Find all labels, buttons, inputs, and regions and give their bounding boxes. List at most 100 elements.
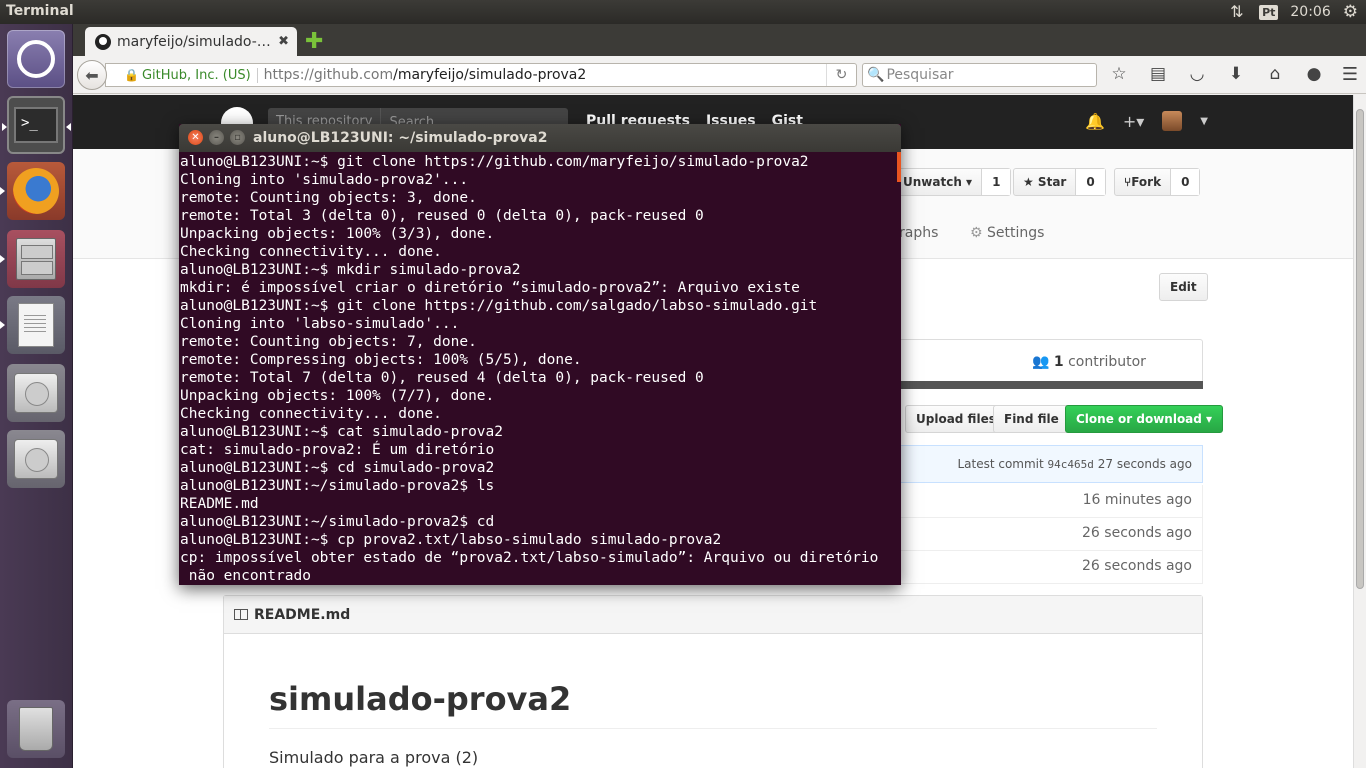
watchers-count[interactable]: 1 — [982, 169, 1011, 195]
gear-icon: ⚙ — [970, 225, 983, 241]
terminal-line: README.md — [180, 496, 259, 512]
contributors-link[interactable]: 👥 1 contributor — [1032, 354, 1146, 370]
file-age: 26 seconds ago — [1082, 525, 1192, 541]
network-icon[interactable] — [1229, 2, 1247, 21]
edit-description-button[interactable]: Edit — [1159, 273, 1208, 301]
running-indicator — [0, 255, 5, 263]
contributors-count: 1 — [1053, 354, 1064, 370]
top-panel: Terminal Pt 20:06 ⚙ — [0, 0, 1366, 24]
fork-label-wrap: ⑂Fork — [1115, 169, 1172, 195]
tab-graphs[interactable]: raphs — [899, 225, 938, 241]
commit-sha[interactable]: 94c465d — [1048, 458, 1094, 471]
reading-list-icon[interactable]: ▤ — [1148, 64, 1168, 84]
tab-settings-label: Settings — [987, 225, 1045, 241]
tab-settings[interactable]: ⚙ Settings — [970, 225, 1044, 241]
latest-commit-info: Latest commit 94c465d 27 seconds ago — [957, 457, 1192, 471]
text-editor-icon — [18, 303, 54, 347]
new-tab-button[interactable]: ✚ — [305, 29, 323, 54]
url-path: /maryfeijo/simulado-prova2 — [393, 67, 587, 83]
terminal-line: Cloning into 'simulado-prova2'... — [180, 172, 469, 188]
notifications-bell-icon[interactable]: 🔔 — [1085, 112, 1105, 131]
launcher-trash[interactable] — [7, 700, 65, 758]
unity-launcher: >_ — [0, 24, 73, 768]
reload-icon[interactable]: ↻ — [826, 64, 856, 86]
terminal-titlebar[interactable]: ✕ – ▫ aluno@LB123UNI: ~/simulado-prova2 — [179, 124, 901, 152]
readme-box: README.md simulado-prova2 Simulado para … — [223, 595, 1203, 768]
create-new-plus-icon[interactable]: +▾ — [1123, 112, 1144, 131]
hello-chat-icon[interactable]: ● — [1304, 64, 1324, 84]
dash-home-button[interactable] — [7, 30, 65, 88]
launcher-drive-2[interactable] — [7, 430, 65, 488]
people-icon: 👥 — [1032, 354, 1050, 370]
browser-navbar: 🔒 GitHub, Inc. (US) https://github.com/m… — [73, 56, 1366, 94]
back-arrow-icon: ⬅ — [85, 65, 99, 85]
terminal-output[interactable]: aluno@LB123UNI:~$ git clone https://gith… — [180, 153, 900, 584]
terminal-line: remote: Counting objects: 3, done. — [180, 190, 477, 206]
ubuntu-logo-icon — [17, 40, 55, 78]
lock-icon: 🔒 — [124, 68, 139, 82]
star-button[interactable]: ★ Star 0 — [1013, 168, 1106, 196]
launcher-terminal[interactable]: >_ — [2, 96, 71, 154]
launcher-text-editor[interactable] — [0, 296, 65, 354]
chevron-down-icon[interactable]: ▼ — [1200, 116, 1208, 127]
page-scrollbar[interactable] — [1353, 95, 1366, 768]
bookmark-star-icon[interactable]: ☆ — [1109, 64, 1129, 84]
terminal-line: aluno@LB123UNI:~$ git clone https://gith… — [180, 154, 809, 170]
close-window-icon[interactable]: ✕ — [188, 130, 203, 145]
clone-download-button[interactable]: Clone or download ▾ — [1065, 405, 1224, 433]
terminal-line: Checking connectivity... done. — [180, 244, 442, 260]
terminal-line: não encontrado — [180, 568, 311, 584]
terminal-line: Checking connectivity... done. — [180, 406, 442, 422]
back-button[interactable]: ⬅ — [77, 60, 107, 90]
file-age: 16 minutes ago — [1082, 492, 1192, 508]
launcher-firefox[interactable] — [0, 162, 65, 220]
running-indicator — [0, 187, 5, 195]
terminal-line: Unpacking objects: 100% (7/7), done. — [180, 388, 495, 404]
terminal-line: aluno@LB123UNI:~$ git clone https://gith… — [180, 298, 818, 314]
focused-indicator — [66, 123, 71, 131]
terminal-line: aluno@LB123UNI:~$ cd simulado-prova2 — [180, 460, 495, 476]
upload-files-button[interactable]: Upload files — [905, 405, 1007, 433]
terminal-scrollbar[interactable] — [897, 152, 901, 182]
readme-text: Simulado para a prova (2) — [269, 748, 479, 767]
github-favicon-icon — [95, 33, 111, 50]
file-age: 26 seconds ago — [1082, 558, 1192, 574]
close-tab-icon[interactable]: ✖ — [278, 34, 289, 49]
hamburger-menu-icon[interactable]: ☰ — [1342, 64, 1358, 85]
unwatch-button[interactable]: Unwatch ▾ 1 — [893, 168, 1012, 196]
url-bar[interactable]: 🔒 GitHub, Inc. (US) https://github.com/m… — [105, 63, 857, 87]
hard-drive-icon — [14, 439, 58, 479]
site-identity[interactable]: GitHub, Inc. (US) — [142, 67, 258, 83]
avatar[interactable] — [1162, 111, 1183, 131]
find-file-button[interactable]: Find file — [993, 405, 1070, 433]
scrollbar-thumb[interactable] — [1356, 109, 1364, 589]
maximize-window-icon[interactable]: ▫ — [230, 130, 245, 145]
search-bar[interactable]: 🔍 Pesquisar — [862, 63, 1097, 87]
system-tray: Pt 20:06 ⚙ — [1229, 0, 1366, 24]
clock[interactable]: 20:06 — [1290, 4, 1330, 20]
terminal-line: aluno@LB123UNI:~$ cat simulado-prova2 — [180, 424, 504, 440]
header-actions: 🔔 +▾ ▼ — [1085, 111, 1208, 131]
minimize-window-icon[interactable]: – — [209, 130, 224, 145]
home-icon[interactable]: ⌂ — [1265, 64, 1285, 84]
keyboard-layout-indicator[interactable]: Pt — [1259, 4, 1279, 20]
downloads-icon[interactable]: ⬇ — [1226, 64, 1246, 84]
pocket-icon[interactable]: ◡ — [1187, 64, 1207, 84]
book-icon — [234, 609, 248, 620]
launcher-files[interactable] — [0, 230, 65, 288]
unwatch-label: Unwatch ▾ — [894, 169, 983, 195]
forks-count[interactable]: 0 — [1171, 169, 1200, 195]
toolbar-icons: ☆ ▤ ◡ ⬇ ⌂ ● — [1109, 64, 1324, 84]
browser-tab[interactable]: maryfeijo/simulado-… ✖ — [85, 27, 297, 56]
url-host: https://github.com — [263, 67, 394, 83]
launcher-drive-1[interactable] — [7, 364, 65, 422]
browser-tab-bar: maryfeijo/simulado-… ✖ ✚ — [73, 24, 1366, 56]
readme-header: README.md — [224, 596, 1202, 634]
terminal-window[interactable]: ✕ – ▫ aluno@LB123UNI: ~/simulado-prova2 … — [179, 124, 901, 585]
system-settings-icon[interactable]: ⚙ — [1343, 2, 1358, 22]
fork-button[interactable]: ⑂Fork 0 — [1114, 168, 1201, 196]
stars-count[interactable]: 0 — [1076, 169, 1105, 195]
active-app-title: Terminal — [6, 3, 74, 19]
search-placeholder: Pesquisar — [886, 67, 954, 83]
terminal-line: mkdir: é impossível criar o diretório “s… — [180, 280, 800, 296]
